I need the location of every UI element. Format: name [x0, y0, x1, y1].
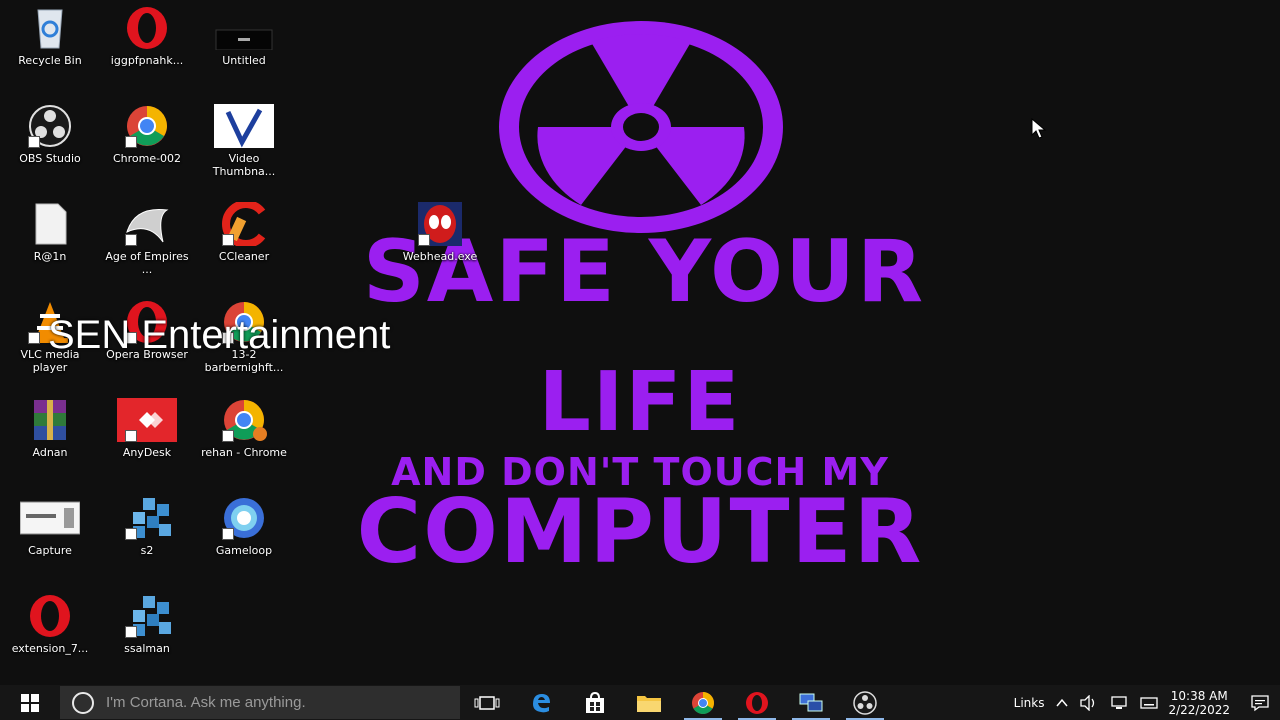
shortcut-arrow-icon — [28, 136, 40, 148]
taskbar-chrome[interactable] — [676, 685, 730, 720]
clock-time: 10:38 AM — [1170, 688, 1228, 703]
recycle-bin-icon — [37, 9, 63, 49]
shortcut-arrow-icon — [125, 528, 137, 540]
opera-icon — [127, 7, 167, 49]
taskbar-opera[interactable] — [730, 685, 784, 720]
desktop-icon-webhead[interactable]: Webhead.exe — [394, 202, 486, 263]
shortcut-arrow-icon — [222, 430, 234, 442]
shortcut-arrow-icon — [418, 234, 430, 246]
desktop-icon-anydesk[interactable]: AnyDesk — [101, 398, 193, 459]
chevron-up-icon — [1056, 698, 1069, 706]
desktop-icon-label: ssalman — [124, 642, 170, 655]
action-center-button[interactable] — [1240, 685, 1280, 720]
taskbar-clock[interactable]: 10:38 AM 2/22/2022 — [1164, 689, 1240, 717]
cortana-placeholder: I'm Cortana. Ask me anything. — [106, 694, 306, 711]
links-toolbar[interactable]: Links — [1008, 696, 1051, 710]
desktop-icon-opera-1[interactable]: iggpfpnahk... — [101, 6, 193, 67]
desktop-icon-video-thumbnail[interactable]: Video Thumbna... — [198, 104, 290, 178]
mouse-cursor-icon — [1031, 118, 1047, 139]
task-view-icon — [474, 695, 500, 710]
volume-icon — [1080, 694, 1095, 711]
store-icon — [586, 691, 604, 713]
radiation-symbol — [499, 21, 783, 233]
network-app-icon — [799, 693, 823, 711]
shortcut-arrow-icon — [125, 626, 137, 638]
shortcut-arrow-icon — [125, 234, 137, 246]
taskbar-file-explorer[interactable] — [622, 685, 676, 720]
desktop-icon-r1n[interactable]: R@1n — [4, 202, 96, 263]
desktop-icon-adnan[interactable]: Adnan — [4, 398, 96, 459]
desktop-icon-label: CCleaner — [218, 250, 270, 263]
desktop-icon-gameloop[interactable]: Gameloop — [198, 496, 290, 557]
desktop-icon-label: iggpfpnahk... — [110, 54, 184, 67]
desktop-icon-label: s2 — [140, 544, 154, 557]
desktop-icon-capture[interactable]: Capture — [4, 496, 96, 557]
obs-icon — [853, 690, 877, 715]
desktop-icon-recycle-bin[interactable]: Recycle Bin — [4, 6, 96, 67]
winrar-icon — [34, 400, 66, 440]
clock-date: 2/22/2022 — [1168, 702, 1230, 717]
desktop-icon-label: Gameloop — [215, 544, 273, 557]
volume-button[interactable] — [1074, 694, 1104, 711]
desktop-icon-label: Video Thumbna... — [212, 152, 276, 178]
taskbar-network-app[interactable] — [784, 685, 838, 720]
network-button[interactable] — [1104, 695, 1134, 711]
desktop-icon-rehan-chrome[interactable]: rehan - Chrome — [198, 398, 290, 459]
desktop-icon-age-of-empires[interactable]: Age of Empires ... — [101, 202, 193, 276]
desktop-icon-label: Untitled — [222, 54, 266, 67]
network-icon — [1111, 695, 1128, 709]
desktop-icon-label: rehan - Chrome — [201, 446, 287, 459]
desktop-icon-untitled[interactable]: Untitled — [198, 6, 290, 67]
notification-icon — [1251, 694, 1269, 711]
shortcut-arrow-icon — [125, 430, 137, 442]
wallpaper-text-line1: SAFE YOUR — [362, 222, 926, 322]
desktop-icon-label: Age of Empires ... — [105, 250, 189, 276]
desktop-icon-label: Chrome-002 — [112, 152, 182, 165]
desktop-icon-s2[interactable]: s2 — [101, 496, 193, 557]
desktop-icon-label: Webhead.exe — [402, 250, 478, 263]
cortana-search-box[interactable]: I'm Cortana. Ask me anything. — [60, 686, 460, 719]
desktop-icon-label: AnyDesk — [122, 446, 172, 459]
opera-icon — [746, 691, 768, 714]
system-tray: Links 10:38 AM 2/22/2022 — [1008, 685, 1280, 720]
windows-logo-icon — [21, 693, 39, 712]
keyboard-icon — [1140, 696, 1159, 709]
desktop-icon-label: OBS Studio — [19, 152, 81, 165]
keyboard-button[interactable] — [1134, 695, 1164, 711]
shortcut-arrow-icon — [28, 332, 40, 344]
taskbar-store[interactable] — [568, 685, 622, 720]
shortcut-arrow-icon — [222, 528, 234, 540]
file-explorer-icon — [637, 695, 661, 712]
show-hidden-icons-button[interactable] — [1050, 698, 1074, 708]
desktop-icon-extension[interactable]: extension_7... — [4, 594, 96, 655]
blank-file-icon — [35, 203, 67, 245]
task-view-button[interactable] — [460, 685, 514, 720]
desktop-icon-label: extension_7... — [11, 642, 89, 655]
video-thumbnail-icon — [214, 104, 274, 148]
edge-icon — [533, 693, 550, 712]
taskbar-edge[interactable] — [514, 685, 568, 720]
capture-icon — [20, 501, 80, 535]
cortana-icon — [72, 691, 94, 714]
shortcut-arrow-icon — [125, 136, 137, 148]
desktop-icon-label: R@1n — [33, 250, 67, 263]
desktop-icon-label: Capture — [28, 544, 72, 557]
desktop-icon-ssalman[interactable]: ssalman — [101, 594, 193, 655]
taskbar-obs[interactable] — [838, 685, 892, 720]
desktop-icon-label: Recycle Bin — [18, 54, 82, 67]
desktop-icon-label: Adnan — [32, 446, 68, 459]
opera-icon — [30, 595, 70, 637]
desktop-icon-ccleaner[interactable]: CCleaner — [198, 202, 290, 263]
taskbar: I'm Cortana. Ask me anything. Links 10:3… — [0, 685, 1280, 720]
desktop-icon-chrome-002[interactable]: Chrome-002 — [101, 104, 193, 165]
image-file-icon — [215, 29, 273, 50]
chrome-icon — [692, 691, 714, 714]
shortcut-arrow-icon — [222, 234, 234, 246]
watermark-text: SEN Entertainment — [48, 313, 391, 357]
desktop-icon-obs-studio[interactable]: OBS Studio — [4, 104, 96, 165]
start-button[interactable] — [0, 685, 60, 720]
